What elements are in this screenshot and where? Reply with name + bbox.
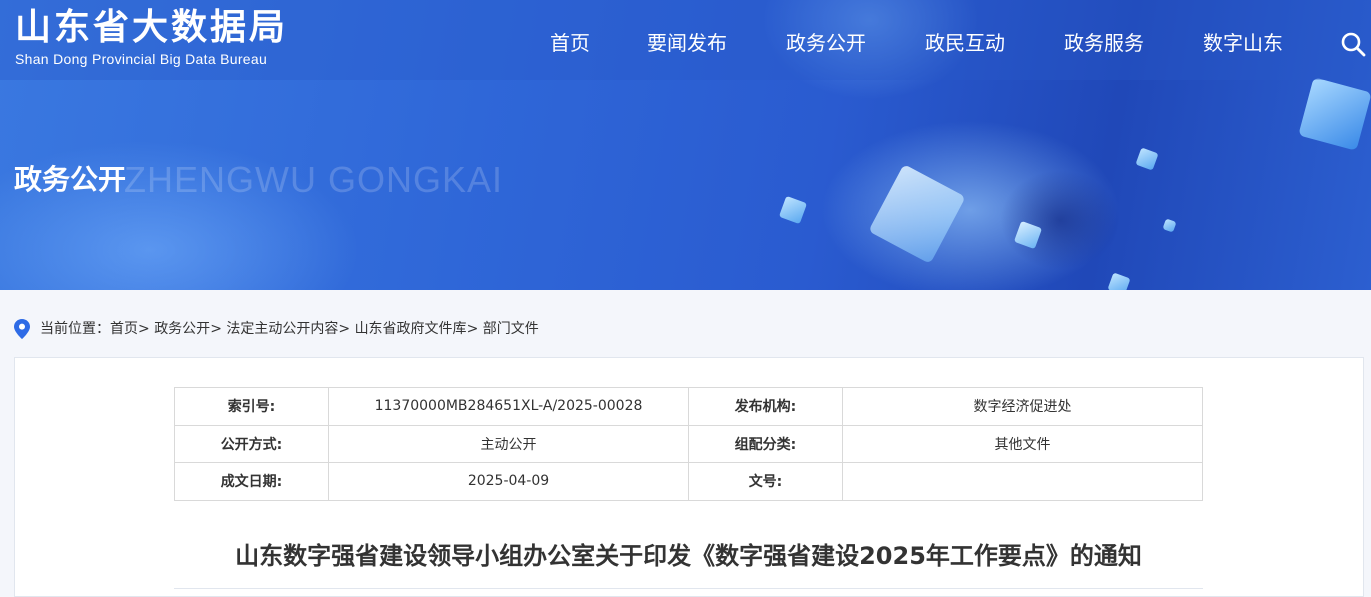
nav-item-government-affairs[interactable]: 政务公开 bbox=[786, 30, 866, 56]
document-title: 山东数字强省建设领导小组办公室关于印发《数字强省建设2025年工作要点》的通知 bbox=[235, 542, 1142, 570]
table-row: 公开方式: 主动公开 组配分类: 其他文件 bbox=[174, 424, 1203, 463]
docno-label: 文号: bbox=[688, 462, 843, 501]
table-row: 索引号: 11370000MB284651XL-A/2025-00028 发布机… bbox=[174, 387, 1203, 426]
breadcrumb-statutory-disclosure[interactable]: 法定主动公开内容 bbox=[226, 321, 338, 337]
breadcrumb-home[interactable]: 首页 bbox=[110, 321, 138, 337]
banner-glow bbox=[1000, 170, 1120, 270]
nav-item-interaction[interactable]: 政民互动 bbox=[925, 30, 1005, 56]
banner: 山东省大数据局 Shan Dong Provincial Big Data Bu… bbox=[0, 0, 1371, 290]
disclosure-value: 主动公开 bbox=[328, 424, 689, 463]
location-pin-icon bbox=[14, 319, 30, 339]
breadcrumb-prefix: 当前位置： bbox=[40, 321, 110, 337]
nav-item-services[interactable]: 政务服务 bbox=[1064, 30, 1144, 56]
index-label: 索引号: bbox=[174, 387, 329, 426]
table-row: 成文日期: 2025-04-09 文号: bbox=[174, 462, 1203, 501]
index-value: 11370000MB284651XL-A/2025-00028 bbox=[328, 387, 689, 426]
category-label: 组配分类: bbox=[688, 424, 843, 463]
breadcrumb-government-affairs[interactable]: 政务公开 bbox=[154, 321, 210, 337]
decorative-cube bbox=[778, 195, 808, 225]
publisher-value: 数字经济促进处 bbox=[842, 387, 1203, 426]
decorative-cube bbox=[1162, 218, 1177, 233]
title-divider bbox=[174, 588, 1203, 589]
decorative-cube bbox=[1135, 147, 1159, 171]
docno-value bbox=[842, 462, 1203, 501]
publisher-label: 发布机构: bbox=[688, 387, 843, 426]
decorative-cube bbox=[1107, 272, 1131, 290]
date-value: 2025-04-09 bbox=[328, 462, 689, 501]
main-nav: 首页 要闻发布 政务公开 政民互动 政务服务 数字山东 bbox=[0, 30, 1371, 56]
nav-item-digital-shandong[interactable]: 数字山东 bbox=[1203, 30, 1283, 56]
decorative-cube bbox=[1298, 77, 1371, 151]
section-title: 政务公开 bbox=[14, 163, 127, 196]
breadcrumb-document-library[interactable]: 山东省政府文件库 bbox=[355, 321, 467, 337]
breadcrumb-separator: > bbox=[138, 321, 150, 337]
nav-item-home[interactable]: 首页 bbox=[550, 30, 590, 56]
breadcrumb-separator: > bbox=[210, 321, 222, 337]
date-label: 成文日期: bbox=[174, 462, 329, 501]
search-icon[interactable] bbox=[1340, 31, 1366, 57]
category-value: 其他文件 bbox=[842, 424, 1203, 463]
breadcrumb-separator: > bbox=[338, 321, 351, 337]
breadcrumb-separator: > bbox=[466, 321, 479, 337]
document-meta-table: 索引号: 11370000MB284651XL-A/2025-00028 发布机… bbox=[174, 387, 1203, 501]
nav-item-news[interactable]: 要闻发布 bbox=[647, 30, 727, 56]
disclosure-label: 公开方式: bbox=[174, 424, 329, 463]
breadcrumb-department-documents[interactable]: 部门文件 bbox=[483, 321, 539, 337]
section-watermark: ZHENGWU GONGKAI bbox=[124, 159, 504, 200]
